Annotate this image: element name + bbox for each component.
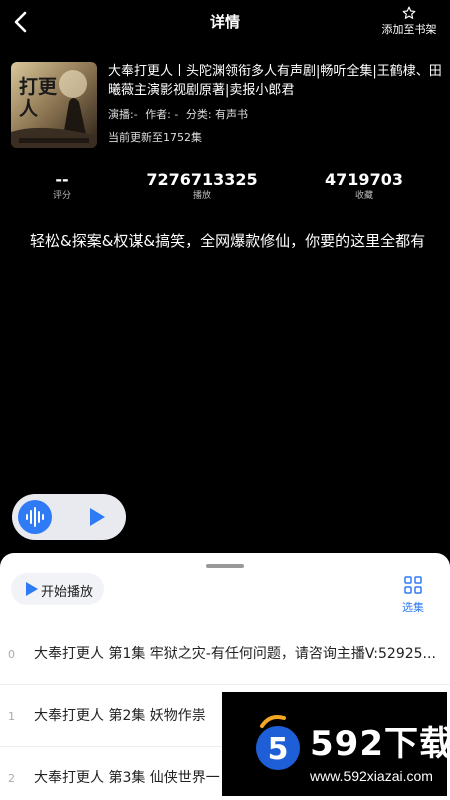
star-icon	[402, 6, 416, 19]
episode-item[interactable]: 0 大奉打更人 第1集 牢狱之灾-有任何问题，请咨询主播V:52925...	[0, 623, 450, 685]
book-title: 大奉打更人丨头陀渊领衔多人有声剧|畅听全集|王鹤棣、田曦薇主演影视剧原著|卖报小…	[108, 64, 442, 98]
select-episode-button[interactable]: 选集	[400, 576, 426, 614]
stat-rating-value: --	[55, 170, 69, 189]
book-meta: 演播:- 作者: - 分类: 有声书	[108, 106, 252, 122]
sheet-drag-handle[interactable]	[206, 564, 244, 568]
stat-favorites: 4719703 收藏	[294, 170, 434, 202]
stat-plays: 7276713325 播放	[132, 170, 272, 202]
play-button[interactable]	[86, 506, 108, 528]
episode-index: 1	[8, 710, 15, 723]
stat-rating-label: 评分	[52, 191, 71, 201]
start-play-label: 开始播放	[41, 585, 94, 600]
stat-favorites-value: 4719703	[325, 170, 403, 189]
watermark-brand: 592下载	[310, 724, 450, 764]
stat-plays-label: 播放	[192, 191, 211, 201]
book-description: 轻松&探案&权谋&搞笑，全网爆款修仙，你要的这里全都有	[30, 232, 426, 250]
start-play-button[interactable]: 开始播放	[11, 573, 104, 605]
category-text: 分类: 有声书	[185, 108, 249, 121]
stats-row: -- 评分 7276713325 播放 4719703 收藏	[0, 170, 450, 210]
site-watermark: 5 592下载 www.592xiazai.com	[222, 692, 450, 796]
episode-index: 2	[8, 772, 15, 785]
top-bar: 详情 添加至书架	[0, 0, 450, 44]
stat-plays-value: 7276713325	[146, 170, 258, 189]
voice-wave-button[interactable]	[18, 500, 52, 534]
svg-text:5: 5	[268, 732, 289, 767]
author-text: 作者: -	[145, 108, 179, 121]
grid-icon	[404, 576, 422, 594]
episode-index: 0	[8, 648, 15, 661]
narrator-text: 演播:-	[108, 108, 138, 121]
sound-wave-icon	[26, 507, 44, 527]
cover-title: 打更人	[19, 76, 58, 120]
play-icon	[26, 582, 38, 596]
mini-player[interactable]	[12, 494, 126, 540]
episode-title: 大奉打更人 第1集 牢狱之灾-有任何问题，请咨询主播V:52925...	[34, 646, 436, 662]
watermark-logo-icon: 5	[256, 715, 300, 770]
book-cover: 打更人	[11, 62, 97, 148]
select-episode-label: 选集	[402, 601, 424, 614]
update-status: 当前更新至1752集	[108, 131, 202, 144]
stat-favorites-label: 收藏	[354, 191, 373, 201]
add-to-shelf-label: 添加至书架	[381, 23, 437, 36]
play-icon	[90, 508, 105, 526]
add-to-shelf-button[interactable]: 添加至书架	[378, 6, 440, 40]
stat-rating: -- 评分	[0, 170, 132, 202]
watermark-url: www.592xiazai.com	[310, 768, 433, 784]
